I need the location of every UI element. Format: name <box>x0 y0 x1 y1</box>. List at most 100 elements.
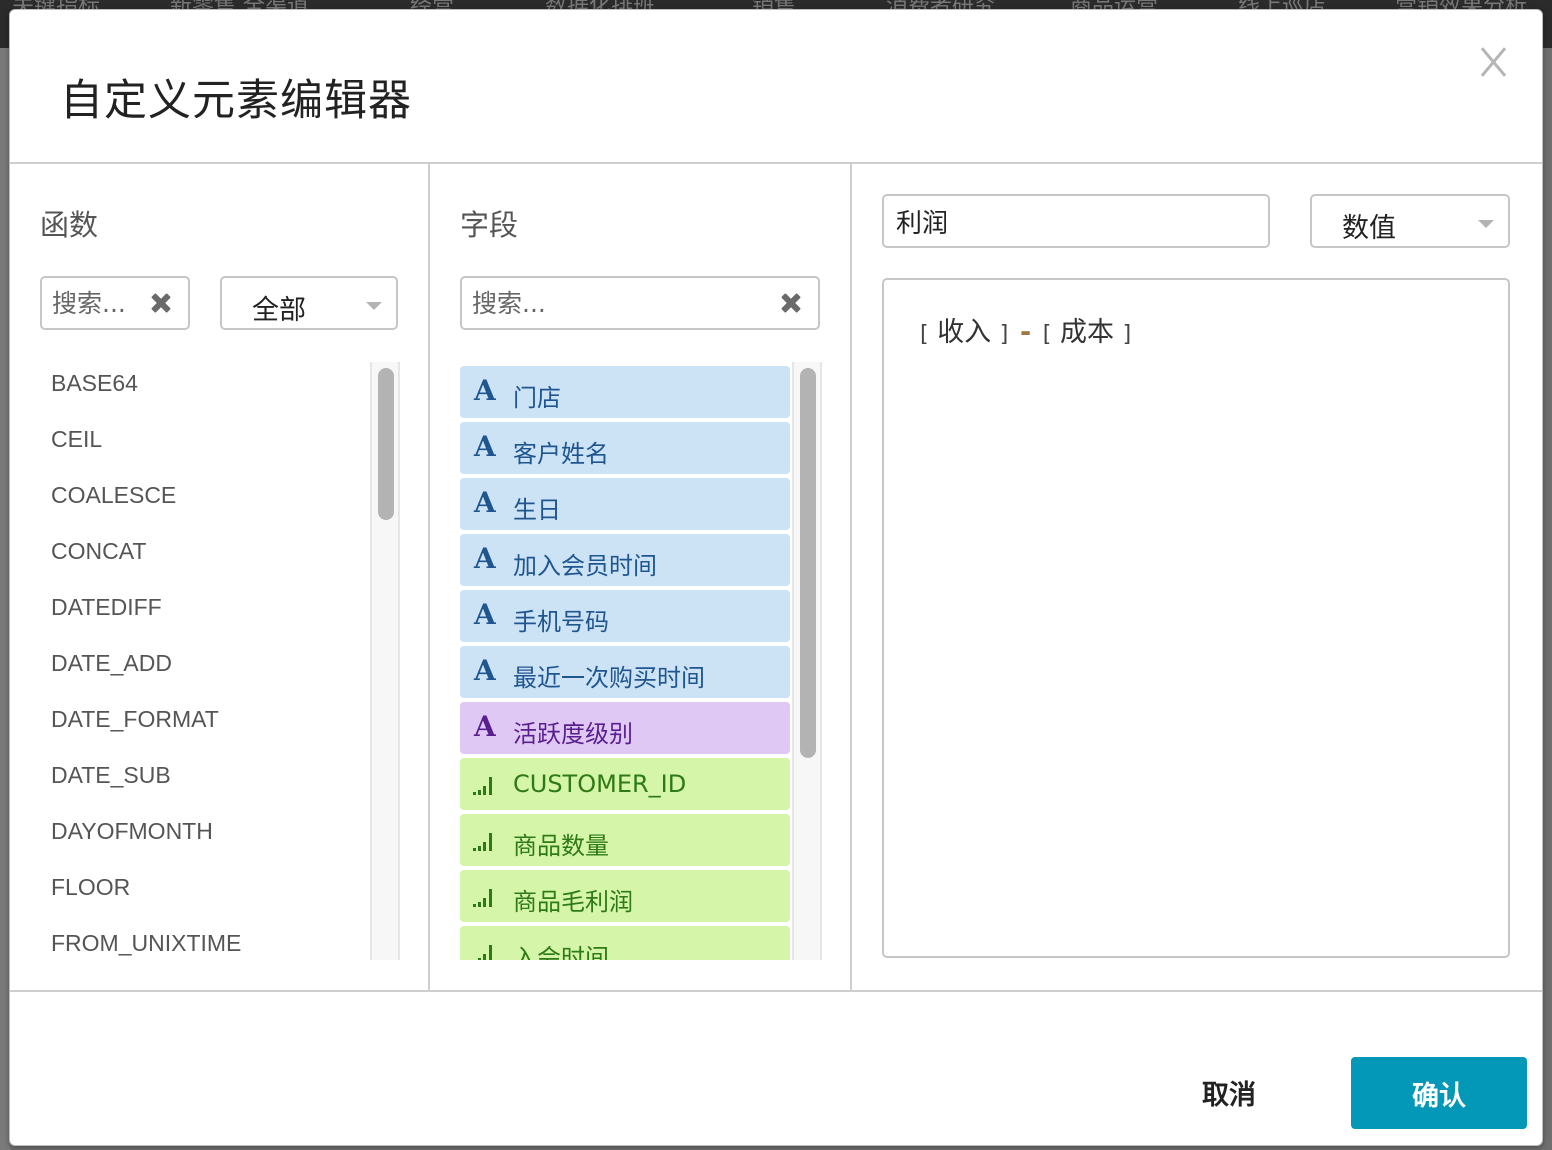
fields-panel: 字段 A 门店 A 客户姓名 A 生日 A 加入会员时间 A 手机号码 A 最近一次购买时间 A 活跃度级… <box>430 164 852 990</box>
field-token-open-bracket: [ <box>1042 322 1052 347</box>
fields-label: 字段 <box>460 208 519 242</box>
field-item-label: 加入会员时间 <box>513 552 657 580</box>
data-type-select[interactable]: 数值 <box>1310 194 1510 248</box>
modal-body: 函数 全部 BASE64 CEIL COALESCE CONCAT DATEDI… <box>10 164 1542 992</box>
text-type-icon: A <box>474 374 496 407</box>
function-item[interactable]: CONCAT <box>51 538 146 565</box>
field-token-close-bracket: ] <box>1122 322 1132 347</box>
field-item-label: 手机号码 <box>513 608 609 636</box>
field-token-close-bracket: ] <box>999 322 1009 347</box>
functions-label: 函数 <box>40 208 99 242</box>
cancel-button[interactable]: 取消 <box>1174 1062 1284 1122</box>
field-list-scrollbar[interactable] <box>792 362 822 960</box>
field-item[interactable]: A 活跃度级别 <box>460 702 790 754</box>
numeric-bars-icon <box>473 941 499 960</box>
function-item[interactable]: DAYOFMONTH <box>51 818 213 845</box>
numeric-bars-icon <box>473 829 499 851</box>
bars-icon-bar <box>473 904 476 907</box>
minus-operator: - <box>1019 317 1032 348</box>
modal-title: 自定义元素编辑器 <box>60 76 412 126</box>
chevron-down-icon <box>1478 220 1494 228</box>
field-item-label: 商品数量 <box>513 832 609 860</box>
field-item[interactable]: 商品毛利润 <box>460 870 790 922</box>
field-item[interactable]: A 最近一次购买时间 <box>460 646 790 698</box>
text-type-icon: A <box>474 654 496 687</box>
field-item-label: 入会时间 <box>513 944 609 960</box>
field-item-label: 生日 <box>513 496 561 524</box>
field-item-label: 客户姓名 <box>513 440 609 468</box>
bars-icon-bar <box>473 792 476 795</box>
function-item[interactable]: DATE_ADD <box>51 650 172 677</box>
function-item[interactable]: FLOOR <box>51 874 130 901</box>
bars-icon-bar <box>489 889 492 907</box>
clear-search-icon[interactable] <box>150 292 172 314</box>
field-item[interactable]: A 手机号码 <box>460 590 790 642</box>
bars-icon-bar <box>489 777 492 795</box>
bars-icon-bar <box>478 902 481 907</box>
bars-icon-bar <box>489 833 492 851</box>
data-type-value: 数值 <box>1342 213 1396 244</box>
bars-icon-bar <box>478 790 481 795</box>
field-item[interactable]: A 门店 <box>460 366 790 418</box>
text-type-icon: A <box>474 542 496 575</box>
function-category-select[interactable]: 全部 <box>220 276 398 330</box>
field-token-cost[interactable]: 成本 <box>1060 317 1114 348</box>
numeric-bars-icon <box>473 773 499 795</box>
field-search-input[interactable] <box>472 278 772 328</box>
function-item[interactable]: CEIL <box>51 426 102 453</box>
text-type-icon: A <box>474 430 496 463</box>
text-type-icon: A <box>474 598 496 631</box>
function-item[interactable]: DATE_FORMAT <box>51 706 219 733</box>
bars-icon-bar <box>489 945 492 960</box>
field-item[interactable]: CUSTOMER_ID <box>460 758 790 810</box>
field-item[interactable]: A 客户姓名 <box>460 422 790 474</box>
function-search-box <box>40 276 190 330</box>
bars-icon-bar <box>483 898 486 907</box>
bars-icon-bar <box>478 958 481 960</box>
field-item-label: 门店 <box>513 384 561 412</box>
confirm-button[interactable]: 确认 <box>1351 1057 1527 1129</box>
bars-icon-bar <box>483 954 486 960</box>
numeric-bars-icon <box>473 885 499 907</box>
function-item[interactable]: DATE_SUB <box>51 762 171 789</box>
functions-panel: 函数 全部 BASE64 CEIL COALESCE CONCAT DATEDI… <box>10 164 430 990</box>
function-item[interactable]: FROM_UNIXTIME <box>51 930 241 957</box>
field-token-income[interactable]: 收入 <box>937 317 991 348</box>
function-list-scrollbar[interactable] <box>370 362 400 960</box>
expression-editor[interactable]: [ 收入 ] - [ 成本 ] <box>882 278 1510 958</box>
expression-content: [ 收入 ] - [ 成本 ] <box>920 310 1131 349</box>
field-item-label: CUSTOMER_ID <box>513 770 687 798</box>
function-list: BASE64 CEIL COALESCE CONCAT DATEDIFF DAT… <box>10 362 400 960</box>
bars-icon-bar <box>473 848 476 851</box>
field-list: A 门店 A 客户姓名 A 生日 A 加入会员时间 A 手机号码 A 最近一次购买时间 A 活跃度级别 CU… <box>460 362 792 960</box>
field-item-label: 活跃度级别 <box>513 720 633 748</box>
function-search-input[interactable] <box>52 278 148 328</box>
expression-panel: 数值 [ 收入 ] - [ 成本 ] <box>852 164 1542 990</box>
field-token-open-bracket: [ <box>920 322 929 347</box>
field-item-label: 最近一次购买时间 <box>513 664 705 692</box>
bars-icon-bar <box>483 842 486 851</box>
field-item[interactable]: A 生日 <box>460 478 790 530</box>
custom-element-editor-dialog: 自定义元素编辑器 函数 全部 BASE64 CEIL COALESCE CONC… <box>9 9 1543 1146</box>
bars-icon-bar <box>478 846 481 851</box>
clear-search-icon[interactable] <box>780 292 802 314</box>
function-list-scroll-thumb[interactable] <box>378 368 394 520</box>
text-type-icon: A <box>474 486 496 519</box>
function-item[interactable]: BASE64 <box>51 370 138 397</box>
text-type-icon: A <box>474 710 496 743</box>
close-icon[interactable] <box>1476 44 1512 80</box>
bars-icon-bar <box>483 786 486 795</box>
field-search-box <box>460 276 820 330</box>
function-category-value: 全部 <box>252 295 306 326</box>
field-item[interactable]: 商品数量 <box>460 814 790 866</box>
function-item[interactable]: COALESCE <box>51 482 176 509</box>
modal-footer: 取消 确认 <box>10 994 1542 1145</box>
chevron-down-icon <box>366 302 382 310</box>
element-name-input[interactable] <box>882 194 1270 248</box>
field-list-scroll-thumb[interactable] <box>800 368 816 758</box>
field-item[interactable]: 入会时间 <box>460 926 790 960</box>
function-item[interactable]: DATEDIFF <box>51 594 162 621</box>
field-item-label: 商品毛利润 <box>513 888 633 916</box>
field-item[interactable]: A 加入会员时间 <box>460 534 790 586</box>
modal-header: 自定义元素编辑器 <box>10 10 1542 164</box>
